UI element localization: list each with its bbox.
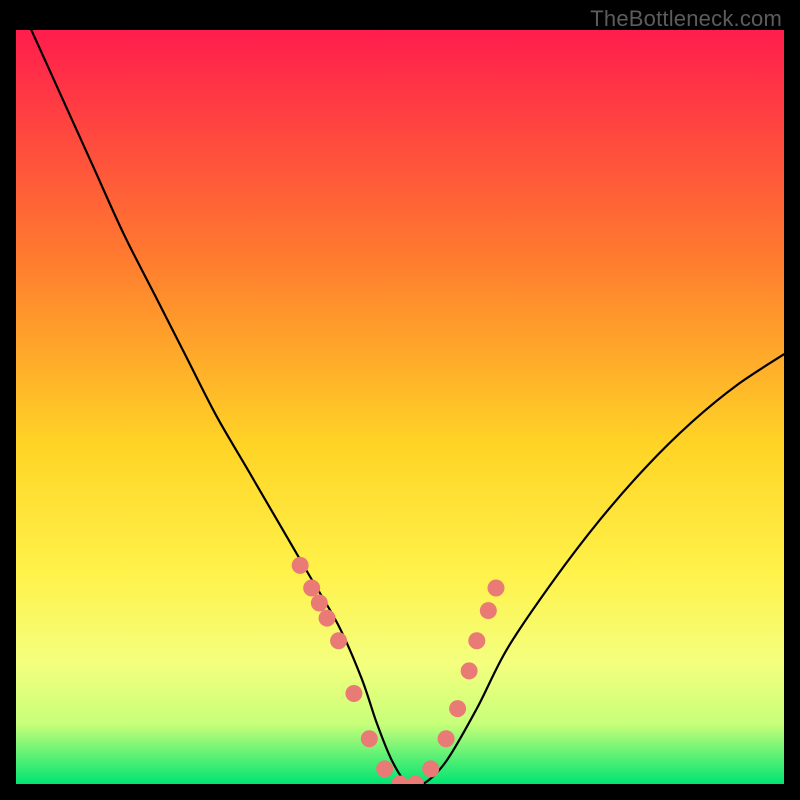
marker-dot bbox=[468, 632, 485, 649]
marker-dot bbox=[292, 557, 309, 574]
marker-dot bbox=[488, 579, 505, 596]
marker-dot bbox=[319, 610, 336, 627]
marker-dot bbox=[480, 602, 497, 619]
marker-dot bbox=[407, 776, 424, 785]
marker-dot bbox=[392, 776, 409, 785]
chart-frame: TheBottleneck.com bbox=[0, 0, 800, 800]
marker-dot bbox=[303, 579, 320, 596]
highlight-markers bbox=[292, 557, 505, 784]
bottleneck-curve bbox=[31, 30, 784, 784]
marker-dot bbox=[311, 595, 328, 612]
marker-dot bbox=[461, 662, 478, 679]
marker-dot bbox=[376, 760, 393, 777]
watermark-text: TheBottleneck.com bbox=[590, 6, 782, 32]
marker-dot bbox=[422, 760, 439, 777]
curve-layer bbox=[16, 30, 784, 784]
marker-dot bbox=[361, 730, 378, 747]
marker-dot bbox=[330, 632, 347, 649]
plot-area bbox=[16, 30, 784, 784]
marker-dot bbox=[449, 700, 466, 717]
marker-dot bbox=[345, 685, 362, 702]
marker-dot bbox=[438, 730, 455, 747]
